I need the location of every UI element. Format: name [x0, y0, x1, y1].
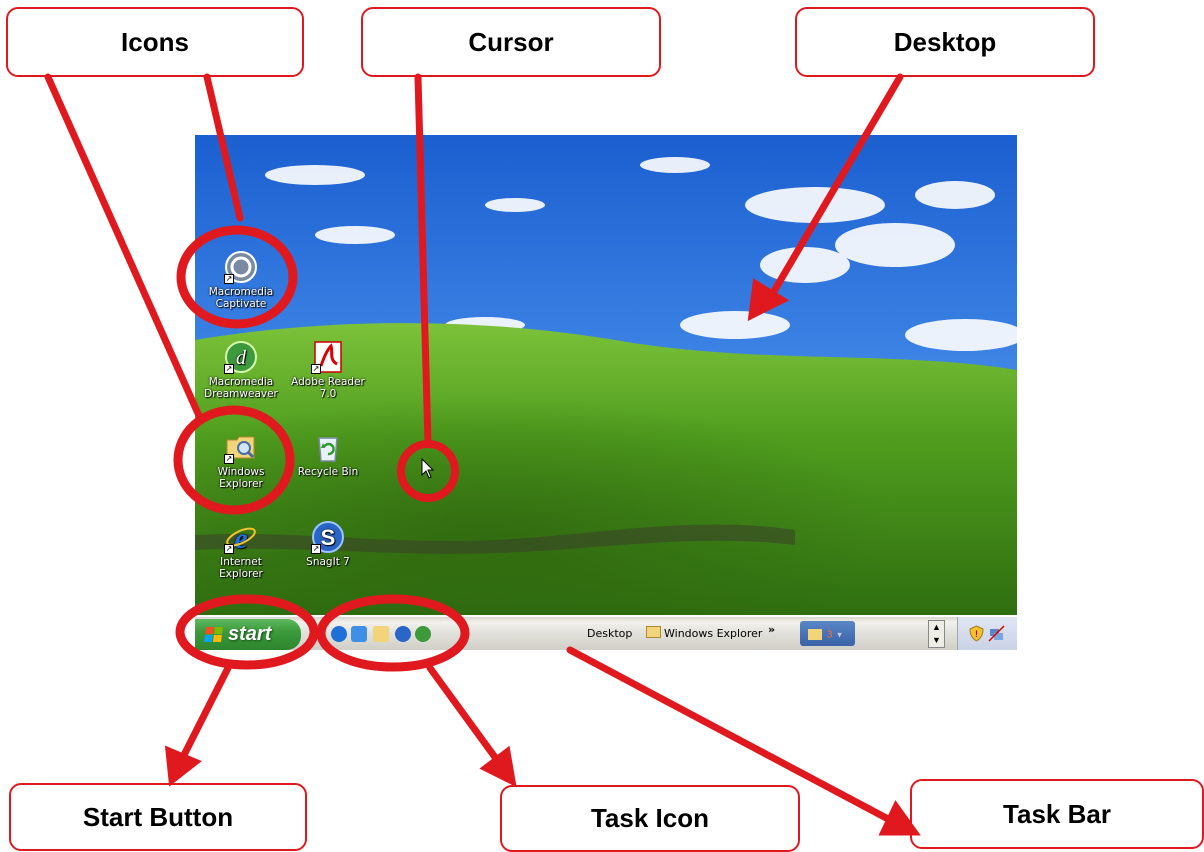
icon-label: Macromedia — [208, 286, 274, 298]
arrow-start-head — [164, 745, 202, 787]
folder-icon — [646, 626, 661, 638]
arrow-icons-bottom — [44, 73, 204, 422]
adobe-reader-icon: ↗ — [311, 340, 345, 374]
chevron-down-icon: ▾ — [837, 629, 842, 640]
desktop-icon-captivate[interactable]: ↗ Macromedia Captivate — [198, 250, 284, 310]
mouse-cursor-icon — [421, 458, 435, 479]
desktop-icon-recycle-bin[interactable]: Recycle Bin — [285, 430, 371, 478]
callout-cursor: Cursor — [361, 7, 661, 77]
network-icon[interactable] — [988, 625, 1005, 642]
toolbar-desktop-label[interactable]: Desktop — [587, 627, 632, 640]
icon-label: Explorer — [219, 568, 263, 580]
toolbar-chevron[interactable]: » — [768, 623, 775, 636]
recycle-bin-icon — [311, 430, 345, 464]
icon-label: Dreamweaver — [204, 388, 278, 400]
security-shield-icon[interactable]: ! — [968, 625, 985, 642]
captivate-icon: ↗ — [224, 250, 258, 284]
callout-desktop: Desktop — [795, 7, 1095, 77]
icon-label: Captivate — [215, 298, 267, 310]
quick-launch-internet-explorer-icon[interactable] — [331, 626, 347, 642]
scroll-up-icon[interactable]: ▲ — [929, 621, 944, 634]
windows-explorer-icon: ↗ — [224, 430, 258, 464]
quick-launch-outlook-express-icon[interactable] — [351, 626, 367, 642]
icon-label: Windows — [217, 466, 265, 478]
start-label: start — [228, 623, 272, 645]
group-count: 3 — [826, 629, 833, 641]
icon-label: Internet — [220, 556, 262, 568]
quick-launch-dreamweaver-icon[interactable] — [415, 626, 431, 642]
icon-label: Adobe Reader — [291, 376, 365, 388]
desktop-icon-adobe-reader[interactable]: ↗ Adobe Reader 7.0 — [285, 340, 371, 400]
start-button[interactable]: start — [195, 619, 301, 650]
internet-explorer-icon: e ↗ — [224, 520, 258, 555]
dreamweaver-icon: d ↗ — [224, 340, 258, 374]
desktop-icon-dreamweaver[interactable]: d ↗ Macromedia Dreamweaver — [198, 340, 284, 400]
svg-text:d: d — [236, 347, 247, 369]
callout-start-button: Start Button — [9, 783, 307, 851]
toolbar-windows-explorer-label[interactable]: Windows Explorer — [664, 627, 762, 640]
icon-label: 7.0 — [319, 388, 337, 400]
svg-text:!: ! — [975, 629, 978, 639]
desktop-icon-snagit[interactable]: S ↗ SnagIt 7 — [285, 520, 371, 568]
snagit-icon: S ↗ — [311, 520, 345, 554]
callout-task-icon: Task Icon — [500, 785, 800, 852]
icon-label: Explorer — [219, 478, 263, 490]
svg-text:S: S — [321, 525, 336, 550]
windows-flag-icon — [203, 627, 224, 642]
svg-text:e: e — [234, 522, 247, 554]
scroll-down-icon[interactable]: ▼ — [929, 634, 944, 647]
desktop-icon-windows-explorer[interactable]: ↗ Windows Explorer — [198, 430, 284, 490]
callout-task-bar: Task Bar — [910, 779, 1204, 849]
folder-icon — [808, 629, 822, 641]
icon-label: Macromedia — [208, 376, 274, 388]
desktop-icon-internet-explorer[interactable]: e ↗ Internet Explorer — [198, 520, 284, 580]
callout-icons: Icons — [6, 7, 304, 77]
desktop-screen[interactable]: ↗ Macromedia Captivate d ↗ Macromedia Dr… — [195, 135, 1017, 650]
grouped-windows-button[interactable]: 3 ▾ — [800, 621, 855, 646]
taskbar[interactable]: start Desktop Windows Explorer » 3 ▾ ▲ ▼… — [195, 615, 1017, 650]
icon-label: SnagIt 7 — [306, 556, 350, 568]
quick-launch-snagit-icon[interactable] — [395, 626, 411, 642]
arrow-taskicon-line — [426, 664, 501, 764]
quick-launch-windows-explorer-icon[interactable] — [373, 626, 389, 642]
arrow-start-line — [180, 664, 232, 759]
system-tray: ! — [957, 617, 1017, 650]
taskbar-scroll-buttons[interactable]: ▲ ▼ — [928, 620, 945, 648]
arrow-taskicon-head — [479, 745, 517, 788]
icon-label: Recycle Bin — [297, 466, 359, 478]
